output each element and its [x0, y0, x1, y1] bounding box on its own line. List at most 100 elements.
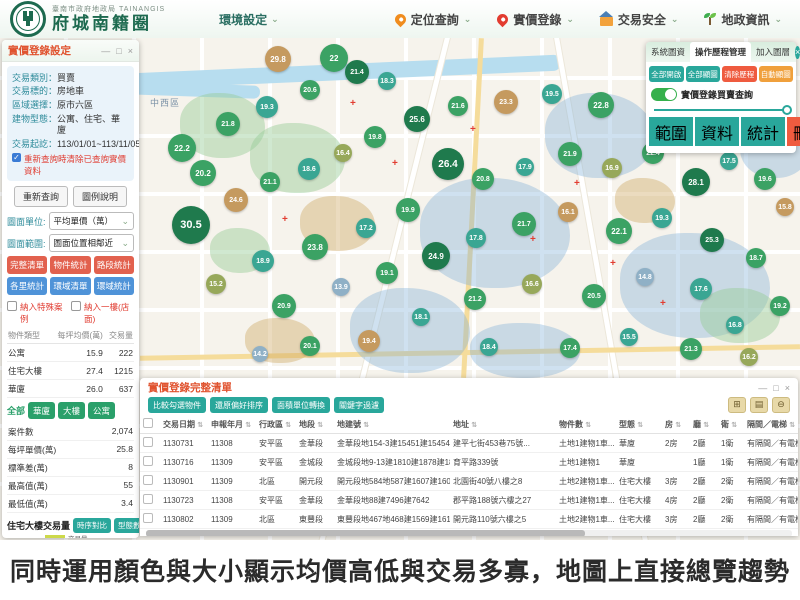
price-bubble[interactable]: 19.2 — [770, 296, 790, 316]
sort-icon[interactable]: ⇅ — [637, 422, 643, 429]
price-bubble[interactable]: 15.2 — [206, 274, 226, 294]
price-bubble[interactable]: 21.9 — [558, 142, 582, 166]
scrollbar-thumb[interactable] — [146, 530, 585, 536]
price-bubble[interactable]: 20.8 — [472, 168, 494, 190]
button-統計[interactable]: 統計 — [741, 117, 785, 146]
price-bubble[interactable]: 21.4 — [345, 60, 369, 84]
price-bubble[interactable]: 23.3 — [494, 90, 518, 114]
table-row[interactable]: 華廈26.0637 — [7, 380, 134, 398]
table-row[interactable]: 113073111308安平區金華段金華段地154-3建15451建15454建… — [140, 434, 798, 453]
button-比較勾選物件[interactable]: 比較勾選物件 — [148, 397, 206, 413]
price-bubble[interactable]: 19.6 — [754, 168, 776, 190]
column-header-地段[interactable]: 地段 ⇅ — [296, 415, 334, 434]
column-header-廳[interactable]: 廳 ⇅ — [690, 415, 718, 434]
button-還原偏好排序[interactable]: 還原偏好排序 — [210, 397, 268, 413]
price-bubble[interactable]: 15.8 — [776, 198, 794, 216]
tab-操作歷程管理[interactable]: 操作歷程管理 — [690, 42, 751, 62]
price-bubble[interactable]: 20.1 — [300, 336, 320, 356]
maximize-icon[interactable]: □ — [773, 383, 778, 393]
price-bubble[interactable]: 17.9 — [516, 158, 534, 176]
close-icon[interactable]: × — [795, 46, 800, 59]
tab-加入圖層[interactable]: 加入圖層 — [751, 42, 795, 62]
button-自動顯圖[interactable]: 自動顯圖 — [759, 66, 794, 82]
row-select[interactable] — [140, 510, 160, 529]
sort-icon[interactable]: ⇅ — [731, 422, 737, 429]
price-bubble[interactable]: 17.4 — [560, 338, 580, 358]
price-bubble[interactable]: 18.4 — [480, 338, 498, 356]
price-bubble[interactable]: 20.9 — [272, 294, 296, 318]
price-bubble[interactable]: 18.6 — [298, 158, 320, 180]
button-路段統計[interactable]: 路段統計 — [94, 256, 134, 274]
price-bubble[interactable]: 16.1 — [558, 202, 578, 222]
price-bubble[interactable]: 15.5 — [620, 328, 638, 346]
price-bubble[interactable]: 19.8 — [364, 126, 386, 148]
price-bubble[interactable]: 16.2 — [740, 348, 758, 366]
column-header-房[interactable]: 房 ⇅ — [662, 415, 690, 434]
filter-icon[interactable]: ⊖ — [772, 397, 790, 413]
price-bubble[interactable]: 21.1 — [260, 172, 280, 192]
price-bubble[interactable]: 21.3 — [680, 338, 702, 360]
column-header-地建號[interactable]: 地建號 ⇅ — [334, 415, 450, 434]
layer-opacity-slider[interactable] — [654, 109, 788, 111]
checkbox-icon[interactable] — [143, 437, 153, 447]
map-unit-select[interactable]: 平均單價（萬）⌄ — [49, 212, 134, 230]
price-bubble[interactable]: 20.5 — [582, 284, 606, 308]
column-header[interactable]: 交易量 — [104, 328, 134, 344]
button-完整清單[interactable]: 完整清單 — [7, 256, 47, 274]
table-row[interactable]: 住宅大樓27.41215 — [7, 362, 134, 380]
price-bubble[interactable]: 14.8 — [636, 268, 654, 286]
price-bubble[interactable]: 22.2 — [168, 134, 196, 162]
tab-公寓[interactable]: 公寓 — [88, 402, 115, 419]
tab-all[interactable]: 全部 — [7, 404, 25, 417]
price-bubble[interactable]: 30.5 — [172, 206, 210, 244]
price-bubble[interactable]: 19.1 — [376, 262, 398, 284]
price-bubble[interactable]: 19.9 — [396, 198, 420, 222]
sort-icon[interactable]: ⇅ — [285, 422, 291, 429]
price-bubble[interactable]: 18.9 — [252, 250, 274, 272]
price-bubble[interactable]: 18.7 — [746, 248, 766, 268]
price-bubble[interactable]: 16.6 — [522, 274, 542, 294]
close-icon[interactable]: × — [785, 383, 790, 393]
column-header-交易日期[interactable]: 交易日期 ⇅ — [160, 415, 208, 434]
menu-environment-settings[interactable]: 環境設定⌄ — [219, 11, 279, 28]
price-bubble[interactable]: 19.4 — [358, 330, 380, 352]
price-bubble[interactable]: 28.1 — [682, 168, 710, 196]
sort-icon[interactable]: ⇅ — [245, 422, 251, 429]
column-header[interactable]: 每坪均價(萬) — [49, 328, 104, 344]
column-header-隔間／電梯[interactable]: 隔間／電梯 ⇅ — [744, 415, 798, 434]
checkbox-icon[interactable] — [143, 513, 153, 523]
button-全部顯圖[interactable]: 全部顯圖 — [686, 66, 721, 82]
sort-icon[interactable]: ⇅ — [585, 422, 591, 429]
table-row[interactable]: 113071611309安平區金城段金城段地9-13建1810建1878建187… — [140, 453, 798, 472]
include-special-checkbox[interactable] — [7, 301, 17, 311]
checkbox-icon[interactable] — [143, 418, 153, 428]
close-icon[interactable]: × — [128, 46, 133, 56]
price-bubble[interactable]: 17.2 — [356, 218, 376, 238]
export-grid-icon[interactable]: ⊞ — [728, 397, 746, 413]
price-bubble[interactable]: 21.8 — [216, 112, 240, 136]
sort-icon[interactable]: ⇅ — [317, 422, 323, 429]
slider-knob[interactable] — [782, 105, 792, 115]
price-bubble[interactable]: 24.9 — [422, 242, 450, 270]
checkbox-icon[interactable] — [143, 494, 153, 504]
price-bubble[interactable]: 26.4 — [432, 148, 464, 180]
price-bubble[interactable]: 21.7 — [512, 212, 536, 236]
price-bubble[interactable]: 16.9 — [602, 158, 622, 178]
requery-button[interactable]: 重新查詢 — [14, 186, 68, 207]
price-bubble[interactable]: 20.2 — [190, 160, 216, 186]
horizontal-scrollbar[interactable] — [146, 530, 792, 536]
button-關鍵字過濾[interactable]: 關鍵字過濾 — [334, 397, 384, 413]
row-select[interactable] — [140, 453, 160, 472]
price-bubble[interactable]: 21.6 — [448, 96, 468, 116]
report-icon[interactable]: ▤ — [750, 397, 768, 413]
price-bubble[interactable]: 16.8 — [726, 316, 744, 334]
menu-item-地政資訊[interactable]: 地政資訊⌄ — [704, 11, 782, 28]
clear-on-requery-checkbox[interactable]: ✓ — [12, 153, 21, 162]
column-header-申報年月[interactable]: 申報年月 ⇅ — [208, 415, 256, 434]
price-bubble[interactable]: 25.6 — [404, 106, 430, 132]
price-bubble[interactable]: 22.1 — [606, 218, 632, 244]
checkbox-icon[interactable] — [143, 456, 153, 466]
column-header[interactable]: 物件類型 — [7, 328, 49, 344]
menu-item-實價登錄[interactable]: 實價登錄⌄ — [497, 11, 574, 28]
price-bubble[interactable]: 19.3 — [256, 96, 278, 118]
